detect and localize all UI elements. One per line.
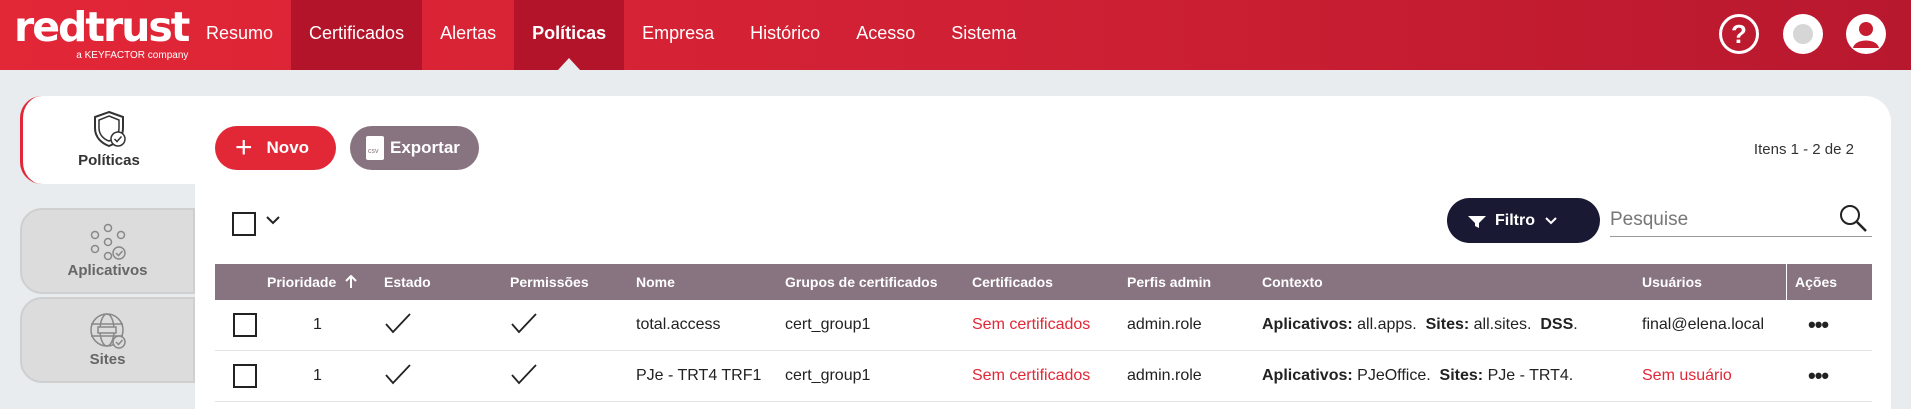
users-cell: final@elena.local xyxy=(1642,316,1765,333)
header-estado[interactable]: Estado xyxy=(376,264,502,300)
header-permissoes[interactable]: Permissões xyxy=(502,264,628,300)
table-header: Prioridade Estado Permissões Nome Grupos… xyxy=(215,264,1872,300)
priority-cell: 1 xyxy=(313,316,322,333)
context-key: DSS xyxy=(1540,316,1574,333)
header-grupos[interactable]: Grupos de certificados xyxy=(777,264,964,300)
group-cell: cert_group1 xyxy=(785,316,871,333)
logo[interactable]: redtrust a KEYFACTOR company xyxy=(14,3,190,61)
state-cell xyxy=(376,312,502,339)
context-key: Aplicativos: xyxy=(1262,367,1353,384)
certificates-link[interactable]: Sem certificados xyxy=(964,316,1119,334)
filter-button[interactable]: Filtro xyxy=(1447,198,1600,243)
check-icon xyxy=(385,363,411,384)
context-value: all.sites. xyxy=(1473,316,1532,333)
nav-item-alertas[interactable]: Alertas xyxy=(422,0,514,70)
status-indicator-icon[interactable] xyxy=(1783,14,1823,54)
context-key: Sites: xyxy=(1439,367,1484,384)
nav-item-historico[interactable]: Histórico xyxy=(732,0,838,70)
table-row[interactable]: 1 total.access cert_group1 Sem certifica… xyxy=(215,300,1872,351)
nav-item-politicas[interactable]: Políticas xyxy=(514,0,625,70)
context-cell: Aplicativos: PJeOffice. Sites: PJe - TRT… xyxy=(1254,367,1634,385)
new-button[interactable]: + Novo xyxy=(215,126,336,170)
header-usuarios[interactable]: Usuários xyxy=(1634,264,1786,300)
csv-file-icon xyxy=(366,136,384,160)
main-nav: Resumo Certificados Alertas Políticas Em… xyxy=(188,0,1034,70)
header-perfis-admin[interactable]: Perfis admin xyxy=(1119,264,1254,300)
filter-funnel-icon xyxy=(1468,215,1486,228)
tab-politicas-label: Políticas xyxy=(78,152,140,169)
chevron-down-icon xyxy=(1545,216,1557,224)
sort-arrow-up-icon[interactable] xyxy=(344,274,358,289)
select-all-checkbox[interactable] xyxy=(232,212,256,236)
policy-shield-icon xyxy=(94,110,126,148)
check-icon xyxy=(511,312,537,333)
header-prioridade[interactable]: Prioridade xyxy=(259,264,376,300)
name-cell: PJe - TRT4 TRF1 xyxy=(636,367,762,384)
plus-icon: + xyxy=(235,131,253,164)
policies-table: Prioridade Estado Permissões Nome Grupos… xyxy=(215,264,1872,402)
chevron-down-icon[interactable] xyxy=(263,210,283,230)
row-select-cell xyxy=(215,364,259,388)
check-icon xyxy=(511,363,537,384)
new-button-label: Novo xyxy=(266,138,310,157)
header-certificados[interactable]: Certificados xyxy=(964,264,1119,300)
context-key: Aplicativos: xyxy=(1262,316,1353,333)
nav-item-resumo[interactable]: Resumo xyxy=(188,0,291,70)
tab-sites-label: Sites xyxy=(89,351,126,368)
nav-item-acesso[interactable]: Acesso xyxy=(838,0,933,70)
check-icon xyxy=(385,312,411,333)
name-cell: total.access xyxy=(636,316,721,333)
group-cell: cert_group1 xyxy=(785,367,871,384)
permissions-cell xyxy=(502,312,628,339)
header-contexto[interactable]: Contexto xyxy=(1254,264,1634,300)
tab-politicas[interactable]: Políticas xyxy=(20,96,195,184)
users-link[interactable]: Sem usuário xyxy=(1634,367,1786,385)
priority-cell: 1 xyxy=(313,367,322,384)
context-value: all.apps. xyxy=(1357,316,1417,333)
export-button-label: Exportar xyxy=(390,138,460,157)
nav-item-sistema[interactable]: Sistema xyxy=(933,0,1034,70)
help-icon[interactable]: ? xyxy=(1719,14,1759,54)
tab-aplicativos[interactable]: Aplicativos xyxy=(20,208,195,294)
permissions-cell xyxy=(502,363,628,390)
certificates-link[interactable]: Sem certificados xyxy=(964,367,1119,385)
main-panel: + Novo Exportar Itens 1 - 2 de 2 Filtro … xyxy=(195,96,1891,409)
nav-item-certificados[interactable]: Certificados xyxy=(291,0,423,70)
context-cell: Aplicativos: all.apps. Sites: all.sites.… xyxy=(1254,316,1634,334)
tab-sites[interactable]: Sites xyxy=(20,297,195,383)
logo-text: redtrust xyxy=(14,3,190,51)
admin-cell: admin.role xyxy=(1127,316,1202,333)
sites-icon xyxy=(89,313,126,349)
context-key: Sites: xyxy=(1425,316,1470,333)
header-nome[interactable]: Nome xyxy=(628,264,777,300)
table-row[interactable]: 1 PJe - TRT4 TRF1 cert_group1 Sem certif… xyxy=(215,351,1872,402)
context-value: . xyxy=(1573,316,1578,333)
row-checkbox[interactable] xyxy=(233,313,257,337)
row-select-cell xyxy=(215,313,259,337)
header-acoes: Ações xyxy=(1786,264,1872,300)
search-input[interactable] xyxy=(1610,203,1872,237)
more-actions-icon[interactable]: ••• xyxy=(1786,363,1872,389)
export-button[interactable]: Exportar xyxy=(350,126,479,170)
filter-button-label: Filtro xyxy=(1495,211,1535,229)
tab-aplicativos-label: Aplicativos xyxy=(67,262,148,279)
context-value: PJe - TRT4. xyxy=(1487,367,1574,384)
state-cell xyxy=(376,363,502,390)
header-select xyxy=(215,264,259,300)
nav-item-empresa[interactable]: Empresa xyxy=(624,0,732,70)
user-avatar-icon[interactable] xyxy=(1846,14,1886,54)
context-value: PJeOffice. xyxy=(1357,367,1431,384)
items-count: Itens 1 - 2 de 2 xyxy=(1753,141,1854,158)
admin-cell: admin.role xyxy=(1127,367,1202,384)
more-actions-icon[interactable]: ••• xyxy=(1786,312,1872,338)
apps-icon xyxy=(90,223,126,261)
logo-tagline: a KEYFACTOR company xyxy=(76,50,189,61)
header-prioridade-label: Prioridade xyxy=(267,274,337,290)
row-checkbox[interactable] xyxy=(233,364,257,388)
search-icon[interactable] xyxy=(1838,203,1868,233)
top-header: redtrust a KEYFACTOR company Resumo Cert… xyxy=(0,0,1911,70)
